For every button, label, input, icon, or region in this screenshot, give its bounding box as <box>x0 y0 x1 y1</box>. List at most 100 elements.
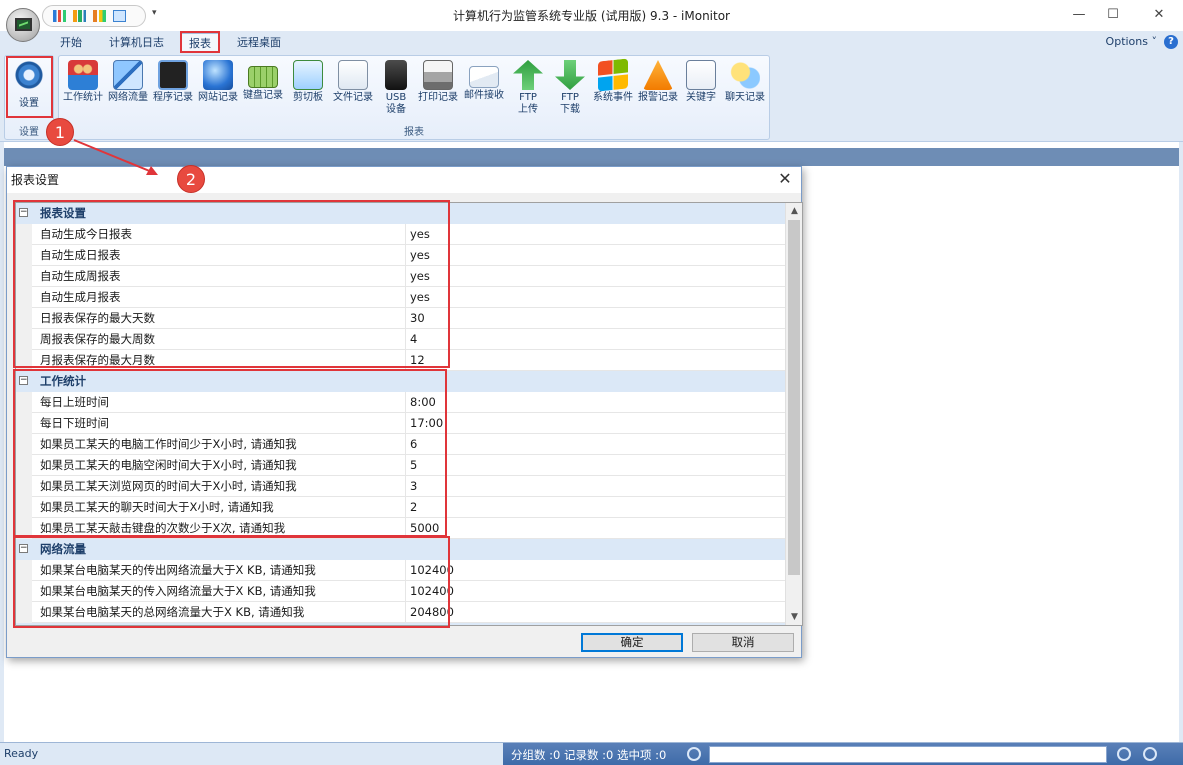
report-button-ftp-upload[interactable]: FTP 上传 <box>506 60 550 116</box>
report-button-network[interactable]: 网络流量 <box>106 60 150 104</box>
report-button-program[interactable]: 程序记录 <box>151 60 195 104</box>
report-button-ftp-download[interactable]: FTP 下载 <box>548 60 592 116</box>
ribbon: 设置 设置 工作统计 网络流量 程序记录 网站记录 键盘记录 剪切板 文件记录 … <box>0 53 1183 142</box>
warning-icon <box>643 60 673 90</box>
scroll-down-icon[interactable]: ▼ <box>786 609 802 625</box>
scroll-up-icon[interactable]: ▲ <box>786 203 802 219</box>
property-value[interactable]: 30 <box>406 308 786 329</box>
document-icon <box>686 60 716 90</box>
status-ready: Ready <box>4 747 39 760</box>
left-border <box>0 142 4 742</box>
property-value[interactable]: 102400 <box>406 581 786 602</box>
highlight-settings-button <box>6 56 53 118</box>
report-button-keywords[interactable]: 关键字 <box>679 60 723 104</box>
search-input[interactable] <box>709 746 1107 763</box>
globe-icon <box>203 60 233 90</box>
people-icon <box>68 60 98 90</box>
status-counts: 分组数 :0 记录数 :0 选中项 :0 <box>511 748 667 762</box>
highlight-network-traffic <box>13 536 450 628</box>
report-button-label: 打印记录 <box>418 92 458 103</box>
cancel-button[interactable]: 取消 <box>692 633 794 652</box>
app-menu-button[interactable] <box>6 8 40 42</box>
report-button-print[interactable]: 打印记录 <box>416 60 460 104</box>
report-button-website[interactable]: 网站记录 <box>196 60 240 104</box>
zoom-in-icon[interactable] <box>1143 747 1157 761</box>
minimize-button[interactable]: — <box>1067 4 1091 26</box>
report-button-mail[interactable]: 邮件接收 <box>462 60 506 102</box>
property-value[interactable]: 2 <box>406 497 786 518</box>
tab-start[interactable]: 开始 <box>52 33 90 53</box>
report-button-work-stats[interactable]: 工作统计 <box>61 60 105 104</box>
property-value[interactable]: 4 <box>406 329 786 350</box>
report-button-label: 报警记录 <box>638 92 678 103</box>
mail-icon <box>469 66 499 88</box>
report-button-label: FTP 下载 <box>560 92 580 115</box>
property-value[interactable]: 5000 <box>406 518 786 539</box>
step-marker-2: 2 <box>177 165 205 193</box>
report-button-keyboard[interactable]: 键盘记录 <box>241 60 285 102</box>
dialog-close-button[interactable]: ✕ <box>775 169 795 189</box>
help-icon[interactable]: ? <box>1164 35 1178 49</box>
window-title: 计算机行为监管系统专业版 (试用版) 9.3 - iMonitor <box>453 9 730 23</box>
highlight-work-stats <box>13 369 447 537</box>
network-icon <box>113 60 143 90</box>
report-button-label: 关键字 <box>686 92 716 103</box>
title-bar: ▾ 计算机行为监管系统专业版 (试用版) 9.3 - iMonitor — ☐ … <box>0 0 1183 31</box>
scrollbar-thumb[interactable] <box>788 220 800 575</box>
keyboard-icon <box>248 66 278 88</box>
property-value[interactable]: 102400 <box>406 560 786 581</box>
report-button-chat[interactable]: 聊天记录 <box>723 60 767 104</box>
property-value[interactable]: 17:00 <box>406 413 786 434</box>
report-button-usb[interactable]: USB 设备 <box>374 60 418 116</box>
download-arrow-icon <box>555 60 585 90</box>
property-value[interactable]: yes <box>406 224 786 245</box>
vertical-scrollbar[interactable]: ▲ ▼ <box>785 203 802 625</box>
highlight-report-settings <box>13 200 450 368</box>
report-button-alerts[interactable]: 报警记录 <box>636 60 680 104</box>
search-icon[interactable] <box>687 747 701 761</box>
close-button[interactable]: ✕ <box>1147 4 1171 26</box>
report-group-label: 报表 <box>404 127 424 138</box>
file-icon <box>338 60 368 90</box>
report-button-label: 剪切板 <box>293 92 323 103</box>
list-header-strip <box>4 148 1179 166</box>
maximize-button[interactable]: ☐ <box>1101 4 1125 26</box>
ribbon-tabs: 开始 计算机日志 报表 远程桌面 Options ˅ ? <box>0 31 1183 53</box>
step-marker-1: 1 <box>46 118 74 146</box>
right-border <box>1179 142 1183 742</box>
property-value[interactable]: 12 <box>406 350 786 371</box>
property-value[interactable]: 5 <box>406 455 786 476</box>
property-value[interactable]: 204800 <box>406 602 786 623</box>
ok-button[interactable]: 确定 <box>581 633 683 652</box>
windows-icon <box>598 58 628 92</box>
report-button-label: USB 设备 <box>385 92 407 115</box>
report-button-label: 聊天记录 <box>725 92 765 103</box>
report-button-label: 邮件接收 <box>464 90 504 101</box>
report-group: 工作统计 网络流量 程序记录 网站记录 键盘记录 剪切板 文件记录 USB 设备… <box>58 55 770 140</box>
usb-icon <box>385 60 407 90</box>
cmd-icon <box>158 60 188 90</box>
property-value[interactable]: yes <box>406 287 786 308</box>
zoom-out-icon[interactable] <box>1117 747 1131 761</box>
report-button-label: 系统事件 <box>593 92 633 103</box>
property-value[interactable]: yes <box>406 245 786 266</box>
report-button-label: 工作统计 <box>63 92 103 103</box>
options-menu[interactable]: Options ˅ <box>1106 35 1157 48</box>
tab-computer-log[interactable]: 计算机日志 <box>101 33 172 53</box>
tab-remote-desktop[interactable]: 远程桌面 <box>229 33 289 53</box>
property-value[interactable]: 8:00 <box>406 392 786 413</box>
monitor-logo-icon <box>15 18 32 31</box>
property-value[interactable]: 3 <box>406 476 786 497</box>
report-button-label: 程序记录 <box>153 92 193 103</box>
chat-icon <box>730 60 760 90</box>
property-value[interactable]: yes <box>406 266 786 287</box>
report-button-file[interactable]: 文件记录 <box>331 60 375 104</box>
report-button-system-events[interactable]: 系统事件 <box>591 58 635 104</box>
report-button-label: 文件记录 <box>333 92 373 103</box>
property-value[interactable]: 6 <box>406 434 786 455</box>
highlight-report-tab <box>180 31 220 53</box>
report-button-label: 键盘记录 <box>243 90 283 101</box>
report-button-clipboard[interactable]: 剪切板 <box>286 60 330 104</box>
report-button-label: FTP 上传 <box>518 92 538 115</box>
dialog-title: 报表设置 <box>7 167 801 193</box>
